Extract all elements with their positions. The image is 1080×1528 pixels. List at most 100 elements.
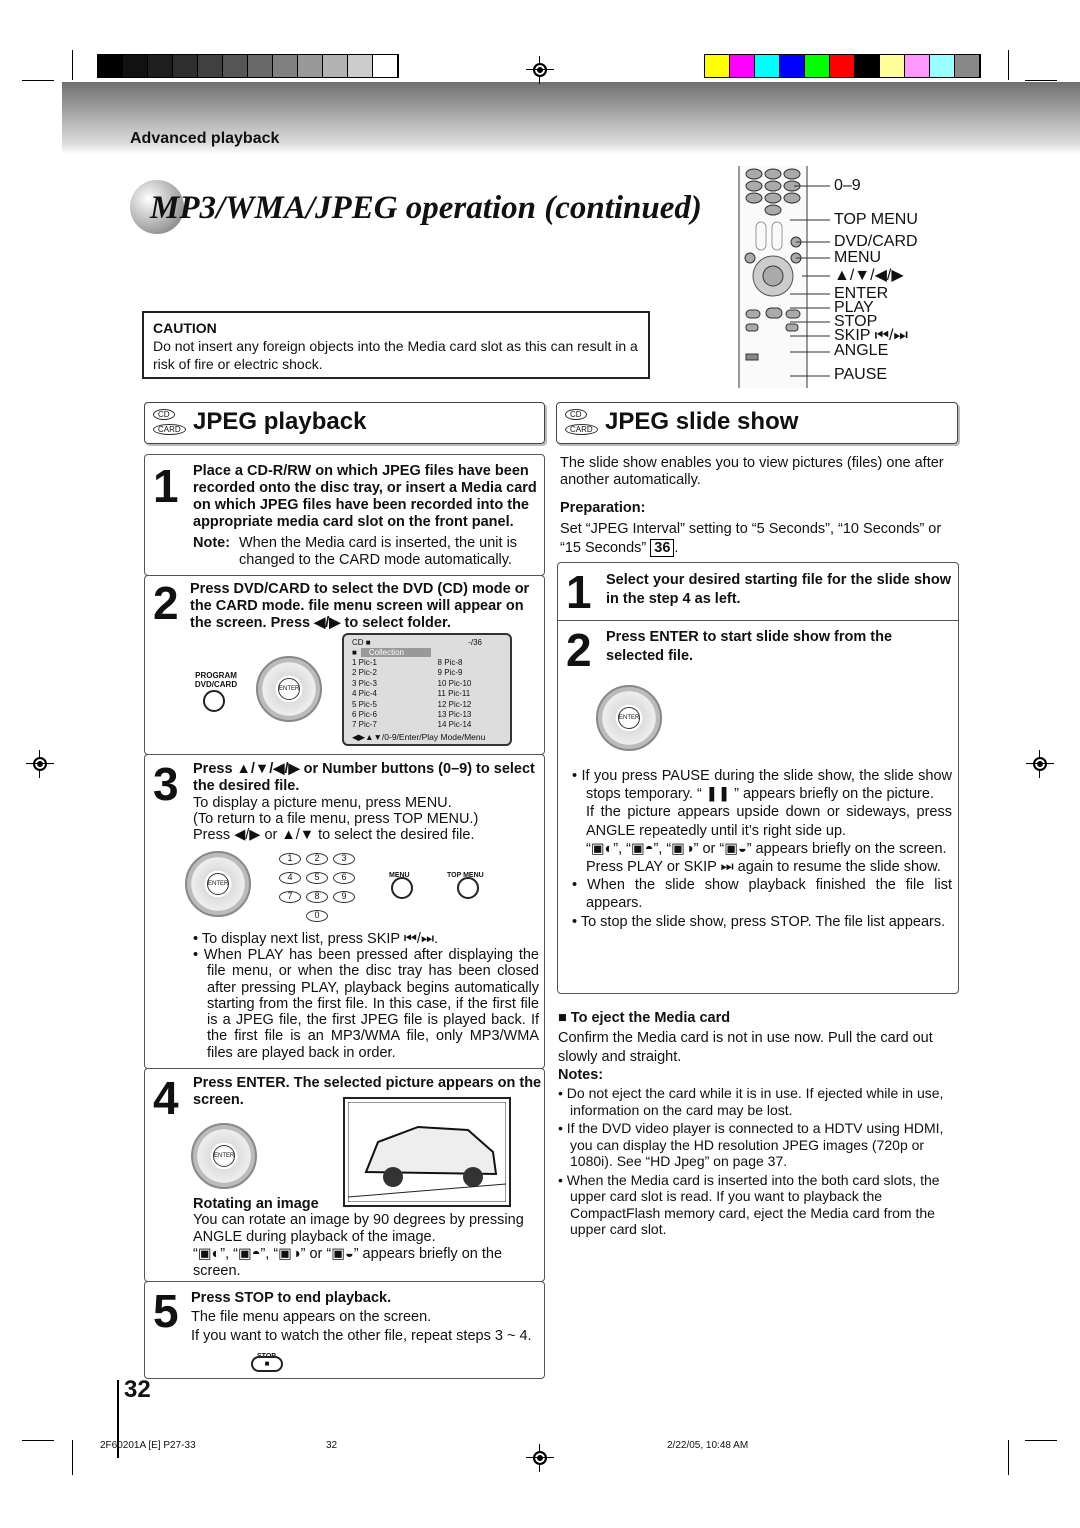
screen-mode: CD ■ [352,638,371,647]
menu-button[interactable] [391,877,413,899]
footer-date: 2/22/05, 10:48 AM [667,1440,749,1451]
step-number: 5 [153,1285,179,1337]
bullet-item: • If you press PAUSE during the slide sh… [572,768,952,803]
dpad-icon: ENTER [256,656,322,722]
eject-heading: ■ To eject the Media card [558,1010,731,1026]
dpad-icon: ENTER [185,851,251,917]
grayscale-swatch [173,55,198,77]
file-item: 4 Pic-4 [352,689,377,699]
grayscale-swatch [373,55,398,77]
color-swatch [730,55,755,77]
caution-heading: CAUTION [153,320,217,336]
file-item: 10 Pic-10 [437,678,472,688]
step-4: 4 Press ENTER. The selected picture appe… [144,1068,545,1282]
folder-name: Collection [360,648,431,657]
stop-button[interactable]: ■ [251,1356,283,1372]
grayscale-swatch [198,55,223,77]
color-swatch [805,55,830,77]
file-item: 5 Pic-5 [352,699,377,709]
car-image-icon [347,1101,507,1203]
grayscale-swatch [123,55,148,77]
step-line: To display a picture menu, press MENU. [193,795,452,811]
number-button-7[interactable]: 7 [279,891,301,903]
heading-text: JPEG playback [193,408,367,435]
registration-mark-icon [26,750,54,778]
step-line: The file menu appears on the screen. [191,1309,432,1325]
page-title: MP3/WMA/JPEG operation (continued) [150,190,702,226]
remote-label: ▲/▼/◀/▶ [834,267,904,284]
number-button-9[interactable]: 9 [333,891,355,903]
file-item: 3 Pic-3 [352,678,377,688]
enter-button[interactable]: ENTER [207,873,229,895]
enter-button[interactable]: ENTER [278,678,300,700]
note-item: • If the DVD video player is connected t… [558,1120,944,1169]
intro-text: The slide show enables you to view pictu… [560,455,944,488]
dvd-card-button-label: PROGRAM DVD/CARD [194,671,238,689]
slide-show-steps: 1 Select your desired starting file for … [557,562,959,994]
remote-label: ANGLE [834,342,889,359]
color-swatch [880,55,905,77]
bullet: • To display next list, press SKIP ⏮/⏭. [193,931,439,947]
number-button-2[interactable]: 2 [306,853,328,865]
cd-icon: CD [565,409,587,420]
number-button-6[interactable]: 6 [333,872,355,884]
number-button-3[interactable]: 3 [333,853,355,865]
remote-leader-lines [790,185,830,377]
enter-button[interactable]: ENTER [213,1145,235,1167]
section-label: Advanced playback [130,130,280,147]
file-item: 9 Pic-9 [437,668,463,678]
page-ref-badge[interactable]: 36 [650,539,675,557]
remote-label: MENU [834,249,882,266]
registration-mark-icon [1026,750,1054,778]
file-item: 12 Pic-12 [437,699,472,709]
footer-page: 32 [326,1440,338,1451]
step-3: 3 Press ▲/▼/◀/▶ or Number buttons (0–9) … [144,754,545,1069]
remote-label: PAUSE [834,366,888,383]
registration-mark-icon [526,1444,554,1472]
screen-footer: ◀▶▲▼/0-9/Enter/Play Mode/Menu [352,731,486,742]
bullet: • When PLAY has been pressed after displ… [193,947,540,1061]
step-number: 3 [153,758,179,810]
step-text: Place a CD-R/RW on which JPEG files have… [193,463,537,530]
note-item: • When the Media card is inserted into t… [558,1171,940,1238]
number-button-8[interactable]: 8 [306,891,328,903]
car-picture [343,1097,511,1207]
color-bar [704,54,981,78]
caution-box: CAUTION Do not insert any foreign object… [142,311,650,379]
step-number: 1 [153,460,179,512]
grayscale-swatch [248,55,273,77]
folder-icon: ■ [352,648,357,657]
number-button-0[interactable]: 0 [306,910,328,922]
number-button-4[interactable]: 4 [279,872,301,884]
page-number: 32 [124,1376,151,1403]
bullet-item: • To stop the slide show, press STOP. Th… [572,913,946,930]
file-item: 11 Pic-11 [437,689,471,699]
enter-button[interactable]: ENTER [618,707,640,729]
file-item: 14 Pic-14 [437,720,472,730]
note-item: • Do not eject the card while it is in u… [558,1085,944,1118]
cd-icon: CD [153,409,175,420]
step-text: Press STOP to end playback. [191,1290,392,1306]
file-item: 7 Pic-7 [352,720,377,730]
file-item: 8 Pic-8 [437,658,463,667]
dpad-icon: ENTER [191,1123,257,1189]
color-swatch [780,55,805,77]
rotate-text: You can rotate an image by 90 degrees by… [193,1212,524,1245]
top-menu-button[interactable] [457,877,479,899]
rotate-heading: Rotating an image [193,1196,319,1212]
step-number: 4 [153,1072,179,1124]
preparation-text: Set “JPEG Interval” setting to “5 Second… [560,521,942,557]
dvd-card-button[interactable] [203,690,225,712]
number-button-1[interactable]: 1 [279,853,301,865]
note-text: When the Media card is inserted, the uni… [239,535,518,568]
file-item: 2 Pic-2 [352,668,377,678]
caution-text: Do not insert any foreign objects into t… [153,338,638,372]
bullet-item: Press PLAY or SKIP ⏭ again to resume the… [586,859,941,876]
screen-count: -/36 [468,638,482,647]
grayscale-swatch [323,55,348,77]
step-5: 5 Press STOP to end playback. The file m… [144,1281,545,1379]
number-button-5[interactable]: 5 [306,872,328,884]
file-item: 6 Pic-6 [352,709,377,719]
note-label: Note: [193,535,231,551]
eject-text: Confirm the Media card is not in use now… [558,1030,933,1065]
